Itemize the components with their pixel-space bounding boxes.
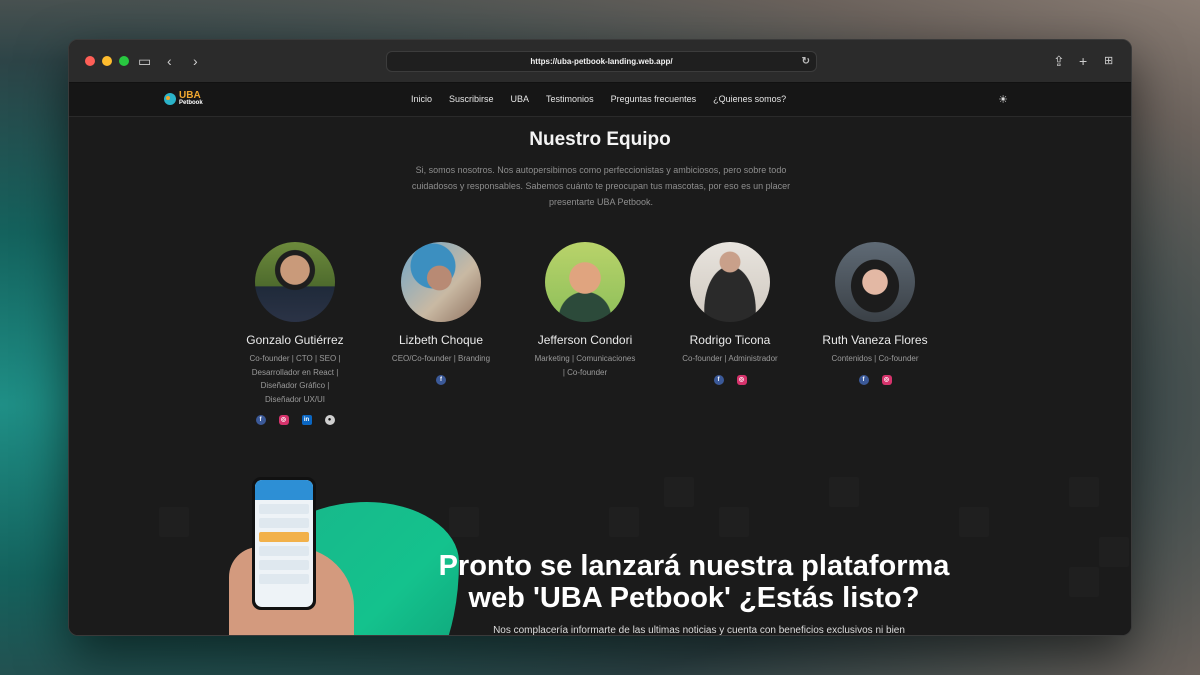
tab-overview-icon[interactable]: ⊞: [1104, 52, 1113, 70]
team-member-card: Jefferson Condori Marketing | Comunicaci…: [525, 242, 645, 379]
url-text: https://uba-petbook-landing.web.app/: [530, 57, 673, 66]
facebook-icon[interactable]: f: [858, 374, 869, 385]
member-role: Contenidos | Co-founder: [831, 354, 919, 363]
maximize-window-button[interactable]: [119, 56, 129, 66]
member-socials: f ◎: [815, 374, 935, 385]
site-navbar: UBA Petbook Inicio Suscribirse UBA Testi…: [69, 83, 1131, 117]
paw-logo-icon: [164, 93, 176, 105]
member-name: Gonzalo Gutiérrez: [246, 333, 344, 347]
instagram-icon[interactable]: ◎: [278, 415, 289, 425]
instagram-icon[interactable]: ◎: [881, 374, 892, 385]
member-role: Marketing | Comunicaciones | Co-founder: [534, 354, 636, 377]
forward-icon[interactable]: ›: [193, 52, 198, 70]
nav-preguntas-frecuentes[interactable]: Preguntas frecuentes: [611, 94, 697, 104]
browser-window: ▭ ‹ › https://uba-petbook-landing.web.ap…: [68, 39, 1132, 636]
nav-links: Inicio Suscribirse UBA Testimonios Pregu…: [411, 94, 803, 104]
nav-uba[interactable]: UBA: [511, 94, 530, 104]
avatar: [255, 242, 335, 322]
linkedin-icon[interactable]: in: [301, 415, 312, 425]
avatar: [835, 242, 915, 322]
logo-petbook-text: Petbook: [179, 100, 203, 106]
instagram-icon[interactable]: ◎: [736, 374, 747, 385]
facebook-icon[interactable]: f: [436, 374, 446, 385]
avatar: [690, 242, 770, 322]
site-logo[interactable]: UBA Petbook: [163, 91, 203, 107]
avatar: [545, 242, 625, 322]
member-socials: f ◎: [670, 374, 790, 385]
phone-mockup-image: [252, 477, 316, 610]
member-name: Ruth Vaneza Flores: [822, 333, 928, 347]
member-name: Lizbeth Choque: [398, 333, 484, 347]
member-role: Co-founder | Administrador: [682, 354, 778, 363]
facebook-icon[interactable]: f: [255, 415, 266, 425]
nav-inicio[interactable]: Inicio: [411, 94, 432, 104]
team-description: Si, somos nosotros. Nos autopersibimos c…: [411, 165, 791, 207]
sidebar-toggle-icon[interactable]: ▭: [138, 52, 151, 70]
team-member-card: Rodrigo Ticona Co-founder | Administrado…: [670, 242, 790, 385]
share-icon[interactable]: ⇪: [1053, 52, 1065, 70]
browser-toolbar: ▭ ‹ › https://uba-petbook-landing.web.ap…: [69, 40, 1131, 83]
window-controls: [85, 56, 129, 66]
theme-toggle-icon[interactable]: ☀: [998, 93, 1008, 106]
member-socials: f ◎ in ●: [235, 415, 355, 425]
team-member-card: Lizbeth Choque CEO/Co-founder | Branding…: [381, 242, 501, 385]
new-tab-icon[interactable]: +: [1079, 52, 1087, 70]
nav-testimonios[interactable]: Testimonios: [546, 94, 594, 104]
logo-uba-text: UBA: [179, 90, 201, 101]
launch-heading: Pronto se lanzará nuestra plataforma web…: [438, 550, 950, 614]
team-section-title: Nuestro Equipo: [529, 129, 671, 150]
team-member-card: Ruth Vaneza Flores Contenidos | Co-found…: [815, 242, 935, 385]
team-member-card: Gonzalo Gutiérrez Co-founder | CTO | SEO…: [235, 242, 355, 425]
facebook-icon[interactable]: f: [713, 374, 724, 385]
avatar: [401, 242, 481, 322]
nav-quienes-somos[interactable]: ¿Quienes somos?: [713, 94, 786, 104]
reload-icon[interactable]: ↻: [802, 52, 810, 71]
member-role: CEO/Co-founder | Branding: [391, 354, 491, 363]
member-name: Rodrigo Ticona: [689, 333, 771, 347]
close-window-button[interactable]: [85, 56, 95, 66]
back-icon[interactable]: ‹: [167, 52, 172, 70]
member-socials: f: [381, 374, 501, 385]
member-role: Co-founder | CTO | SEO | Desarrollador e…: [249, 354, 341, 404]
launch-subtitle: Nos complacería informarte de las ultima…: [493, 625, 905, 635]
minimize-window-button[interactable]: [102, 56, 112, 66]
address-bar[interactable]: https://uba-petbook-landing.web.app/ ↻: [386, 51, 817, 72]
page-content: Nuestro Equipo Si, somos nosotros. Nos a…: [69, 117, 1131, 635]
github-icon[interactable]: ●: [324, 415, 335, 425]
nav-suscribirse[interactable]: Suscribirse: [449, 94, 494, 104]
member-name: Jefferson Condori: [537, 333, 633, 347]
